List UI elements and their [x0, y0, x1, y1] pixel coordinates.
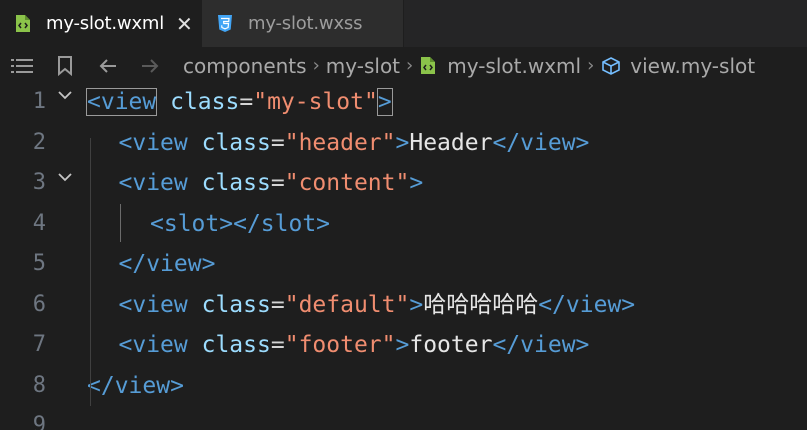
list-icon[interactable] [10, 58, 34, 74]
code-token-eq [188, 332, 202, 358]
code-text: </view> [119, 244, 216, 284]
breadcrumb: components › my-slot › my-slot.wxml › vi… [0, 47, 807, 84]
code-line[interactable]: 8 </view> [0, 366, 807, 406]
tab-my-slot-wxml[interactable]: my-slot.wxml ✕ [0, 0, 202, 47]
line-number: 7 [32, 332, 46, 357]
code-line[interactable]: 3 <view class="content"> [0, 163, 807, 203]
code-token-tag: </view> [118, 251, 216, 277]
chevron-right-icon: › [406, 55, 414, 76]
code-token-tag: > [409, 291, 424, 318]
code-token-tag: <view [118, 291, 188, 318]
tab-label: my-slot.wxml [46, 13, 165, 34]
code-token-tag: <slot> [150, 210, 234, 237]
line-number: 6 [32, 291, 46, 317]
code-token-tag: > [395, 332, 410, 358]
breadcrumb-item-components[interactable]: components [183, 54, 307, 78]
code-editor[interactable]: 1 <view class="my-slot"> 2 <view class="hea… [0, 84, 807, 430]
code-token-eq [156, 89, 170, 115]
code-token-str: "my-slot" [253, 89, 378, 115]
chevron-right-icon: › [587, 55, 595, 76]
code-text: <view class="content"> [119, 163, 424, 203]
code-line[interactable]: 4 <slot></slot> [0, 204, 807, 244]
breadcrumb-item-file[interactable]: my-slot.wxml [447, 54, 581, 78]
code-token-tag: > [409, 170, 424, 196]
code-token-tag: </view> [87, 372, 184, 399]
code-token-eq: = [270, 332, 285, 358]
code-token-str: "header" [284, 129, 396, 156]
wxml-file-icon [419, 56, 437, 75]
code-token-tag: > [395, 129, 410, 156]
code-line[interactable]: 6 <view class="default">哈哈哈哈哈</view> [0, 285, 807, 325]
fold-chevron-down-icon[interactable] [56, 166, 74, 184]
code-text: <view class="header">Header</view> [119, 123, 590, 163]
code-line[interactable]: 5 </view> [0, 244, 807, 284]
code-token-eq: = [239, 89, 254, 115]
code-token-txt: footer [409, 332, 493, 358]
code-token-tag: <view [118, 332, 188, 358]
code-token-eq: = [270, 170, 285, 196]
tab-label: my-slot.wxss [248, 13, 363, 34]
bookmark-icon[interactable] [56, 55, 74, 76]
indent-guide-active [120, 204, 121, 242]
breadcrumb-item-symbol[interactable]: view.my-slot [630, 54, 755, 78]
code-text: <view class="default">哈哈哈哈哈</view> [119, 285, 636, 325]
line-number: 2 [32, 129, 46, 155]
code-token-str: "footer" [284, 332, 396, 358]
code-line[interactable]: 1 <view class="my-slot"> [0, 82, 807, 122]
code-token-str: "content" [284, 170, 410, 196]
code-text: </view> [87, 366, 184, 406]
code-token-eq: = [270, 129, 285, 156]
code-token-attr: class [201, 291, 271, 318]
code-token-str: "default" [284, 291, 410, 318]
code-line[interactable]: 7 <view class="footer">footer</view> [0, 325, 807, 365]
code-line[interactable]: 2 <view class="header">Header</view> [0, 123, 807, 163]
cube-symbol-icon [600, 56, 622, 76]
arrow-right-icon[interactable] [140, 58, 160, 74]
fold-chevron-down-icon[interactable] [56, 84, 74, 102]
code-text: <view class="footer">footer</view> [119, 325, 590, 365]
line-number: 9 [32, 413, 46, 430]
code-token-attr: class [170, 89, 240, 115]
code-token-attr: class [201, 170, 271, 196]
code-token-eq [188, 130, 202, 156]
line-number: 8 [32, 372, 46, 398]
breadcrumb-item-my-slot[interactable]: my-slot [326, 54, 400, 78]
code-text: <view class="my-slot"> [85, 82, 393, 122]
close-icon[interactable]: ✕ [176, 14, 193, 34]
code-token-txt: Header [409, 129, 493, 156]
code-token-tag: > [376, 88, 393, 116]
line-number: 4 [32, 210, 46, 236]
indent-guide [90, 138, 91, 406]
code-text: <slot></slot> [150, 204, 330, 244]
tab-my-slot-wxss[interactable]: my-slot.wxss [202, 0, 404, 47]
code-token-eq: = [270, 291, 285, 318]
editor-tab-bar: my-slot.wxml ✕ my-slot.wxss [0, 0, 807, 47]
code-token-eq [188, 292, 202, 318]
line-number: 1 [32, 89, 46, 114]
arrow-left-icon[interactable] [98, 58, 118, 74]
code-token-tag: <view [118, 170, 188, 196]
wxml-file-icon [14, 14, 32, 34]
code-token-attr: class [201, 129, 271, 156]
code-token-eq [188, 170, 202, 196]
line-number: 3 [32, 170, 46, 195]
code-token-tag: </view> [492, 129, 590, 156]
code-token-attr: class [201, 332, 271, 358]
code-token-txt: 哈哈哈哈哈 [423, 291, 539, 318]
code-line[interactable]: 9 [0, 406, 807, 430]
code-token-tag: </slot> [233, 210, 331, 237]
code-token-tag: <view [85, 88, 158, 116]
chevron-right-icon: › [312, 55, 320, 76]
line-number: 5 [32, 251, 46, 276]
code-token-tag: </view> [492, 332, 590, 358]
code-token-tag: </view> [538, 291, 636, 318]
css3-file-icon [216, 14, 234, 34]
code-token-tag: <view [118, 129, 188, 156]
